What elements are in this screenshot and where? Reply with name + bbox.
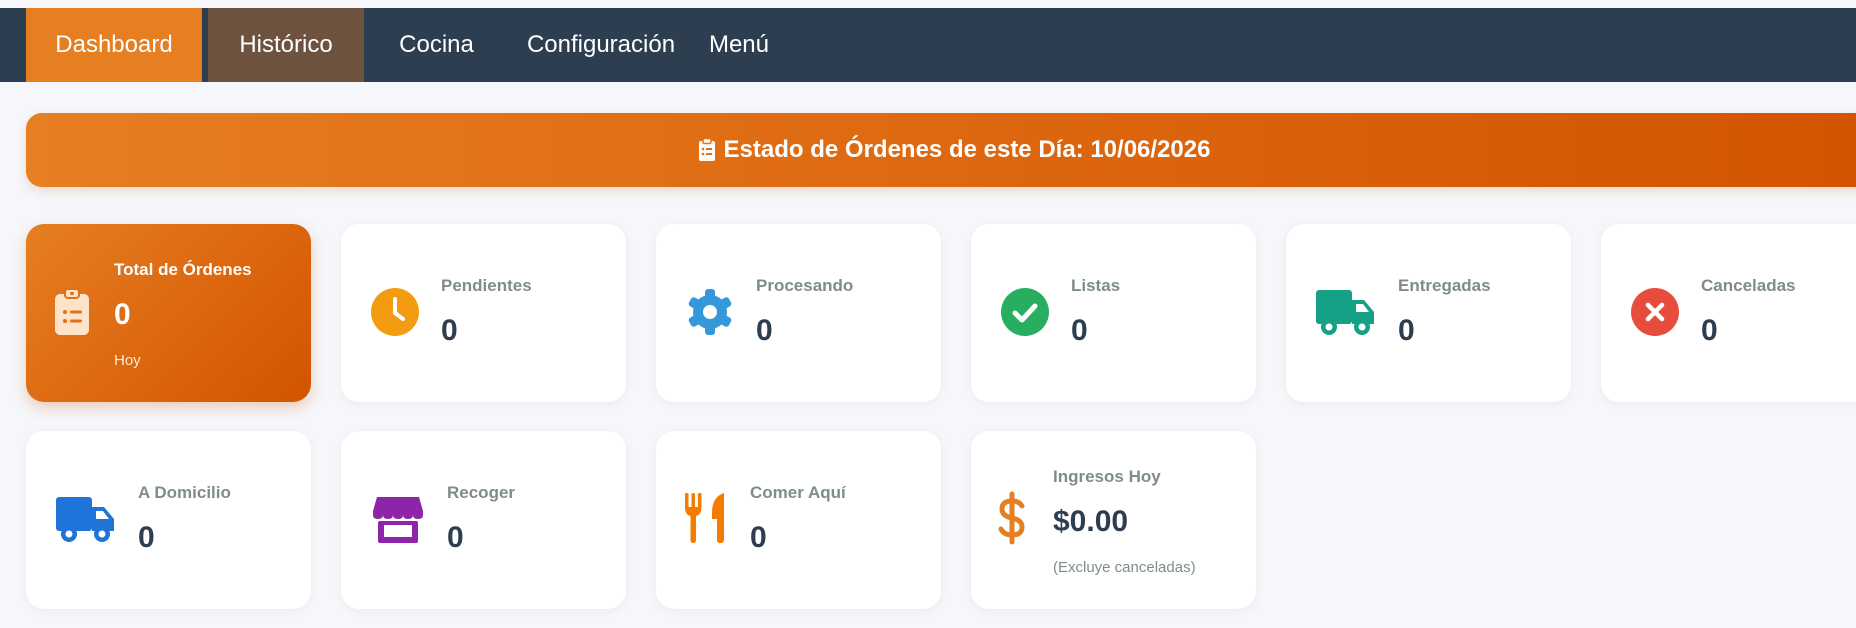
- procesando-value: 0: [756, 314, 773, 347]
- check-circle-icon: [1001, 288, 1049, 336]
- total-note: Hoy: [114, 352, 141, 369]
- ingresos-value: $0.00: [1053, 505, 1129, 538]
- domicilio-value: 0: [138, 521, 155, 554]
- ingresos-note: (Excluye canceladas): [1053, 559, 1196, 576]
- gear-icon: [686, 288, 734, 336]
- clipboard-icon: [698, 138, 715, 161]
- stat-card-pendientes: Pendientes 0: [341, 224, 626, 402]
- recoger-value: 0: [447, 521, 464, 554]
- banner-title: Estado de Órdenes de este Día: 10/06/202…: [723, 136, 1211, 163]
- tab-configuracion[interactable]: Configuración: [509, 8, 693, 82]
- comer-label: Comer Aquí: [750, 483, 846, 502]
- stat-card-entregadas: Entregadas 0: [1286, 224, 1571, 402]
- stat-card-listas: Listas 0: [971, 224, 1256, 402]
- pendientes-label: Pendientes: [441, 276, 532, 295]
- store-icon: [373, 495, 423, 543]
- clipboard-list-icon: [54, 288, 90, 336]
- total-label: Total de Órdenes: [114, 260, 252, 279]
- stat-card-procesando: Procesando 0: [656, 224, 941, 402]
- tab-dashboard[interactable]: Dashboard: [26, 8, 202, 82]
- canceladas-label: Canceladas: [1701, 276, 1796, 295]
- recoger-label: Recoger: [447, 483, 516, 502]
- stat-card-recoger: Recoger 0: [341, 431, 626, 609]
- stat-card-total: Total de Órdenes 0 Hoy: [26, 224, 311, 402]
- entregadas-label: Entregadas: [1398, 276, 1491, 295]
- top-nav: Dashboard Histórico Cocina Configuración…: [0, 8, 1856, 82]
- total-value: 0: [114, 298, 131, 331]
- dollar-icon: [997, 491, 1027, 545]
- entregadas-value: 0: [1398, 314, 1415, 347]
- stat-card-ingresos: Ingresos Hoy $0.00 (Excluye canceladas): [971, 431, 1256, 609]
- stat-card-canceladas: Canceladas 0: [1601, 224, 1856, 402]
- stat-card-domicilio: A Domicilio 0: [26, 431, 311, 609]
- listas-label: Listas: [1071, 276, 1121, 295]
- tab-historico[interactable]: Histórico: [208, 8, 364, 82]
- date-banner: Estado de Órdenes de este Día: 10/06/202…: [26, 113, 1856, 187]
- tab-menu[interactable]: Menú: [693, 8, 785, 82]
- pendientes-value: 0: [441, 314, 458, 347]
- domicilio-label: A Domicilio: [138, 483, 231, 502]
- banner-content: Estado de Órdenes de este Día: 10/06/202…: [26, 113, 1856, 187]
- stat-card-comer-aqui: Comer Aquí 0: [656, 431, 941, 609]
- truck-icon: [1316, 288, 1376, 336]
- listas-value: 0: [1071, 314, 1088, 347]
- canceladas-value: 0: [1701, 314, 1718, 347]
- procesando-label: Procesando: [756, 276, 854, 295]
- clock-icon: [371, 288, 419, 336]
- delivery-truck-icon: [56, 495, 116, 543]
- comer-value: 0: [750, 521, 767, 554]
- ingresos-label: Ingresos Hoy: [1053, 467, 1161, 486]
- x-circle-icon: [1631, 288, 1679, 336]
- utensils-icon: [684, 493, 728, 543]
- tab-cocina[interactable]: Cocina: [364, 8, 509, 82]
